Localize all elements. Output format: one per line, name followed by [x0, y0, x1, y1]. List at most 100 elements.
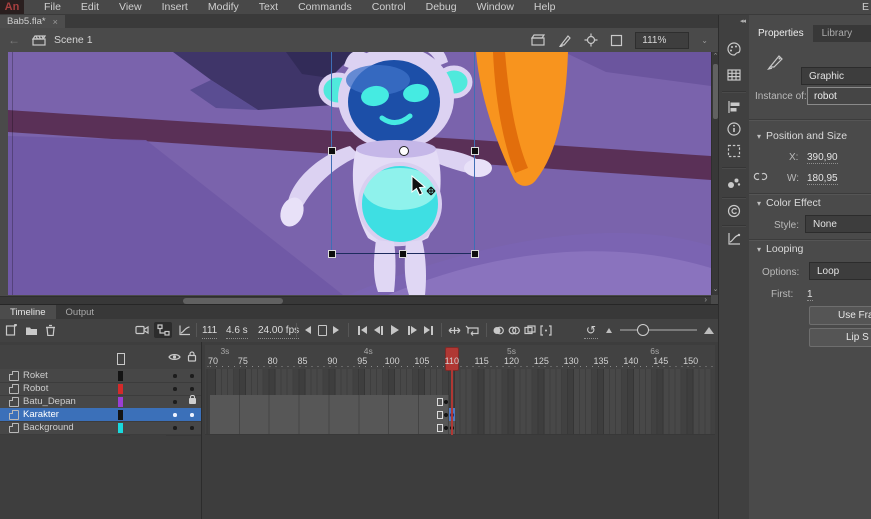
section-collapse-icon[interactable]: ▾ [757, 132, 761, 141]
keyframe-dot[interactable] [444, 413, 448, 417]
tab-timeline[interactable]: Timeline [0, 305, 56, 319]
animate-logo[interactable]: An [0, 0, 24, 14]
step-back-one-frame-button[interactable] [371, 322, 386, 338]
onion-skin-button[interactable] [491, 322, 505, 338]
keyframe-dot[interactable] [444, 400, 448, 404]
transform-panel-icon[interactable] [726, 143, 742, 159]
menu-view[interactable]: View [109, 0, 152, 14]
position-size-section-header[interactable]: ▾Position and Size [757, 130, 847, 142]
timeline-zoom-slider-knob[interactable] [637, 324, 649, 336]
motion-editor-panel-icon[interactable] [726, 231, 742, 247]
scene-name[interactable]: Scene 1 [54, 34, 93, 46]
selection-handle[interactable] [328, 147, 336, 155]
layer-row-robot[interactable]: Robot [0, 382, 202, 396]
new-folder-button[interactable] [24, 322, 38, 338]
frames-row-robot[interactable] [205, 382, 715, 396]
align-panel-icon[interactable] [726, 99, 742, 115]
lip-syncing-button[interactable]: Lip S [809, 328, 871, 347]
show-layer-depth-button[interactable] [176, 322, 192, 338]
tab-library[interactable]: Library [813, 25, 862, 42]
go-to-first-frame-button[interactable] [354, 322, 369, 338]
reset-timeline-zoom-button[interactable]: ↺ [584, 322, 598, 339]
menu-control[interactable]: Control [362, 0, 416, 14]
scroll-right-icon[interactable]: › [704, 295, 707, 304]
step-forward-icon[interactable] [330, 322, 342, 338]
lock-column-icon[interactable] [187, 351, 197, 362]
layer-visibility-dot[interactable] [173, 387, 177, 391]
loop-playback-button[interactable] [464, 322, 480, 338]
outline-column-icon[interactable] [117, 353, 125, 365]
playhead-line[interactable] [451, 369, 453, 435]
span-end-marker[interactable] [437, 411, 443, 419]
layer-row-background[interactable]: Background [0, 421, 202, 435]
x-value[interactable]: 390,90 [807, 152, 838, 164]
stage-zoom-select[interactable]: 111% [635, 32, 689, 49]
edit-scene-icon[interactable] [531, 34, 546, 46]
section-collapse-icon[interactable]: ▾ [757, 199, 761, 208]
transform-point[interactable] [399, 146, 409, 156]
brush-library-panel-icon[interactable] [726, 175, 742, 191]
modify-markers-button[interactable] [539, 322, 553, 338]
close-icon[interactable]: × [53, 17, 58, 27]
document-tab[interactable]: Bab5.fla* × [0, 15, 65, 28]
tab-properties[interactable]: Properties [749, 25, 813, 42]
center-stage-icon[interactable] [584, 33, 598, 47]
delete-layer-button[interactable] [43, 322, 57, 338]
color-panel-icon[interactable] [726, 41, 742, 57]
frame-span[interactable] [210, 408, 450, 421]
loop-options-dropdown[interactable]: Loop [809, 262, 871, 280]
current-frame-field[interactable]: 111 [202, 322, 217, 339]
style-dropdown[interactable]: None [805, 215, 871, 233]
timeline-ruler[interactable]: 3s4s5s6s 7075808590951001051101151201251… [205, 345, 715, 370]
menu-window[interactable]: Window [467, 0, 524, 14]
color-effect-section-header[interactable]: ▾Color Effect [757, 197, 821, 209]
layer-color-swatch[interactable] [118, 423, 123, 433]
workspace-switcher[interactable]: E [862, 0, 869, 14]
timeline-zoom-out-icon[interactable] [604, 322, 614, 338]
menu-debug[interactable]: Debug [416, 0, 467, 14]
go-to-last-frame-button[interactable] [421, 322, 436, 338]
selection-handle[interactable] [328, 250, 336, 258]
menu-help[interactable]: Help [524, 0, 566, 14]
layer-visibility-dot[interactable] [173, 400, 177, 404]
frame-span[interactable] [210, 421, 456, 434]
layer-lock-dot[interactable] [190, 374, 194, 378]
collapse-dock-icon[interactable]: ◂◂ [740, 17, 745, 25]
layer-color-swatch[interactable] [118, 384, 123, 394]
layer-lock-dot[interactable] [190, 387, 194, 391]
span-end-marker[interactable] [437, 424, 443, 432]
selection-handle[interactable] [471, 250, 479, 258]
looping-section-header[interactable]: ▾Looping [757, 243, 803, 255]
frames-grid[interactable] [205, 369, 715, 434]
layer-color-swatch[interactable] [118, 371, 123, 381]
layer-lock-dot[interactable] [190, 413, 194, 417]
layer-color-swatch[interactable] [118, 397, 123, 407]
swatches-panel-icon[interactable] [726, 67, 742, 83]
symbol-type-dropdown[interactable]: Graphic [801, 67, 871, 85]
clip-content-icon[interactable] [610, 34, 623, 47]
instance-name-field[interactable]: robot [807, 87, 871, 105]
layer-parenting-toggle[interactable] [154, 322, 172, 338]
edit-multiple-frames-button[interactable] [523, 322, 537, 338]
elapsed-time-field[interactable]: 4.6 s [226, 322, 248, 339]
center-frame-button[interactable] [446, 322, 462, 338]
section-collapse-icon[interactable]: ▾ [757, 245, 761, 254]
step-back-icon[interactable] [302, 322, 314, 338]
zoom-chevron-icon[interactable]: ⌄ [701, 36, 708, 45]
info-panel-icon[interactable] [726, 121, 742, 137]
first-frame-value[interactable]: 1 [807, 289, 813, 301]
span-end-marker[interactable] [437, 398, 443, 406]
link-width-height-icon[interactable] [753, 170, 768, 183]
menu-text[interactable]: Text [249, 0, 288, 14]
onion-skin-outlines-button[interactable] [507, 322, 521, 338]
layer-visibility-dot[interactable] [173, 374, 177, 378]
menu-modify[interactable]: Modify [198, 0, 249, 14]
new-layer-button[interactable] [4, 322, 18, 338]
layer-row-batu_depan[interactable]: Batu_Depan [0, 395, 202, 409]
use-frame-picker-button[interactable]: Use Fra [809, 306, 871, 325]
edit-symbols-icon[interactable] [558, 34, 572, 47]
w-value[interactable]: 180,95 [807, 173, 838, 185]
back-arrow-icon[interactable]: ← [8, 33, 20, 47]
camera-button[interactable] [133, 322, 151, 338]
layer-lock-dot[interactable] [190, 426, 194, 430]
